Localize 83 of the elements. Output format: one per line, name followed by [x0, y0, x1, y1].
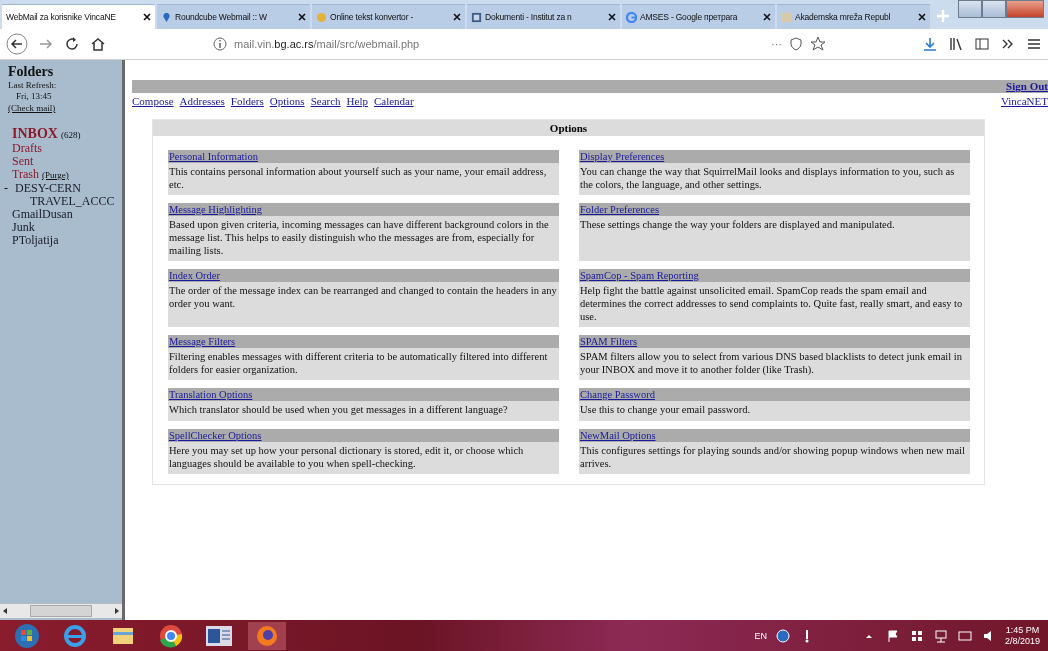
- sidebar-icon[interactable]: [974, 36, 990, 52]
- menu-icon[interactable]: [1026, 36, 1042, 52]
- minimize-button[interactable]: [958, 0, 982, 18]
- folder-link[interactable]: TRAVEL_ACCC: [30, 195, 115, 208]
- network-icon[interactable]: [932, 627, 949, 644]
- option-description: Which translator should be used when you get messages in a different language?: [168, 401, 559, 421]
- close-icon[interactable]: [763, 13, 771, 21]
- browser-tab[interactable]: AMSES - Google претрага: [622, 4, 775, 29]
- browser-tab[interactable]: Roundcube Webmail :: W: [157, 4, 310, 29]
- option-description: This contains personal information about yourself such as your name, your email address, etc.: [168, 163, 559, 195]
- option-description: SPAM filters allow you to select from various DNS based blacklists to detect junk email in your INBOX and move it to another folder (like Trash).: [579, 348, 970, 380]
- page-actions-button[interactable]: ···: [771, 38, 782, 50]
- close-icon[interactable]: [918, 13, 926, 21]
- firefox-icon[interactable]: [248, 621, 286, 650]
- browser-tab[interactable]: Akademska mreža Republ: [777, 4, 930, 29]
- folder-link[interactable]: Drafts: [12, 142, 42, 155]
- check-mail-link[interactable]: (Check mail): [8, 103, 56, 113]
- menu-link[interactable]: Folders: [230, 95, 264, 107]
- folder-link[interactable]: Junk: [12, 221, 35, 234]
- library-icon[interactable]: [948, 36, 964, 52]
- option-link[interactable]: SPAM Filters: [580, 336, 638, 347]
- option-description: Based upon given criteria, incoming messages can have different background colors in the message list. This helps to easily distinguish who the messages are from, especially for mailing lists.: [168, 216, 559, 261]
- option-description: These settings change the way your folders are displayed and manipulated.: [579, 216, 970, 261]
- coin-icon: [316, 11, 327, 23]
- purge-link[interactable]: (Purge): [41, 169, 69, 182]
- menu-link[interactable]: Search: [310, 95, 341, 107]
- home-icon[interactable]: [90, 36, 106, 52]
- option-description: Help fight the battle against unsolicited email. SpamCop reads the spam email and determines the correct addresses to send complaints to. Quite fast, really smart, and easy to use.: [579, 282, 970, 327]
- option-link[interactable]: Personal Information: [169, 151, 258, 162]
- option-link[interactable]: NewMail Options: [580, 430, 656, 441]
- option-description: Use this to change your email password.: [579, 401, 970, 421]
- menu-link[interactable]: Addresses: [179, 95, 225, 107]
- option-link[interactable]: Message Filters: [169, 336, 236, 347]
- collapse-toggle[interactable]: -: [4, 182, 8, 195]
- option-description: You can change the way that SquirrelMail looks and displays information to you, such as the colors, the language, and other settings.: [579, 163, 970, 195]
- last-refresh-label: Last Refresh:: [8, 80, 58, 91]
- unread-count: (628): [60, 129, 81, 142]
- options-heading: Options: [153, 120, 984, 136]
- menu-link[interactable]: Compose: [132, 95, 174, 107]
- option-description: Filtering enables messages with different criteria to be automatically filtered into different folders for easier organization.: [168, 348, 559, 380]
- document-icon: [471, 11, 482, 23]
- option-description: This configures settings for playing sounds and/or showing popup windows when new mail arrives.: [579, 442, 970, 474]
- option-link[interactable]: Translation Options: [169, 389, 253, 400]
- close-icon[interactable]: [608, 13, 616, 21]
- scroll-left-icon[interactable]: [2, 608, 8, 614]
- sidebar-title: Folders: [8, 64, 55, 80]
- menu-link[interactable]: Options: [269, 95, 305, 107]
- folder-link[interactable]: Sent: [12, 155, 34, 168]
- refresh-time: Fri, 13:45: [15, 91, 53, 102]
- info-icon: [212, 36, 228, 52]
- maximize-button[interactable]: [982, 0, 1006, 18]
- option-description: Here you may set up how your personal dictionary is stored, edit it, or choose which languages should be available to you when spell-checking.: [168, 442, 559, 474]
- option-link[interactable]: Index Order: [169, 270, 221, 281]
- scroll-right-icon[interactable]: [114, 608, 120, 614]
- shield-icon[interactable]: [788, 36, 804, 52]
- close-icon[interactable]: [453, 13, 461, 21]
- folder-link[interactable]: GmailDusan: [12, 208, 73, 221]
- folder-link[interactable]: Trash: [12, 168, 39, 181]
- star-icon[interactable]: [810, 36, 826, 52]
- download-icon[interactable]: [922, 36, 938, 52]
- option-link[interactable]: Display Preferences: [580, 151, 665, 162]
- language-indicator[interactable]: EN: [754, 630, 767, 641]
- close-icon[interactable]: [298, 13, 306, 21]
- org-link[interactable]: VincaNET: [1001, 95, 1048, 107]
- reload-icon[interactable]: [64, 36, 80, 52]
- folder-link[interactable]: DESY-CERN: [15, 182, 81, 195]
- folder-link[interactable]: PToljatija: [12, 234, 59, 247]
- option-link[interactable]: Change Password: [580, 389, 655, 400]
- browser-tab[interactable]: Online tekst konvertor -: [312, 4, 465, 29]
- clock[interactable]: 1:45 PM 2/8/2019: [1004, 624, 1040, 647]
- google-icon: [626, 11, 637, 23]
- address-field[interactable]: mail.vin.bg.ac.rs/mail/src/webmail.php ···: [206, 32, 832, 56]
- browser-tab[interactable]: WebMail za korisnike VincaNE: [2, 4, 155, 29]
- option-description: The order of the message index can be rearranged and changed to contain the headers in any order you want.: [168, 282, 559, 327]
- browser-tab[interactable]: Dokumenti - Institut za n: [467, 4, 620, 29]
- close-icon[interactable]: [143, 13, 151, 21]
- horizontal-scrollbar[interactable]: [0, 603, 122, 618]
- back-icon[interactable]: [6, 33, 28, 55]
- sign-out-link[interactable]: Sign Out: [1006, 80, 1048, 93]
- menu-link[interactable]: Help: [346, 95, 368, 107]
- option-link[interactable]: Folder Preferences: [580, 204, 659, 215]
- menu-link[interactable]: Calendar: [373, 95, 414, 107]
- folder-link[interactable]: INBOX: [12, 127, 58, 140]
